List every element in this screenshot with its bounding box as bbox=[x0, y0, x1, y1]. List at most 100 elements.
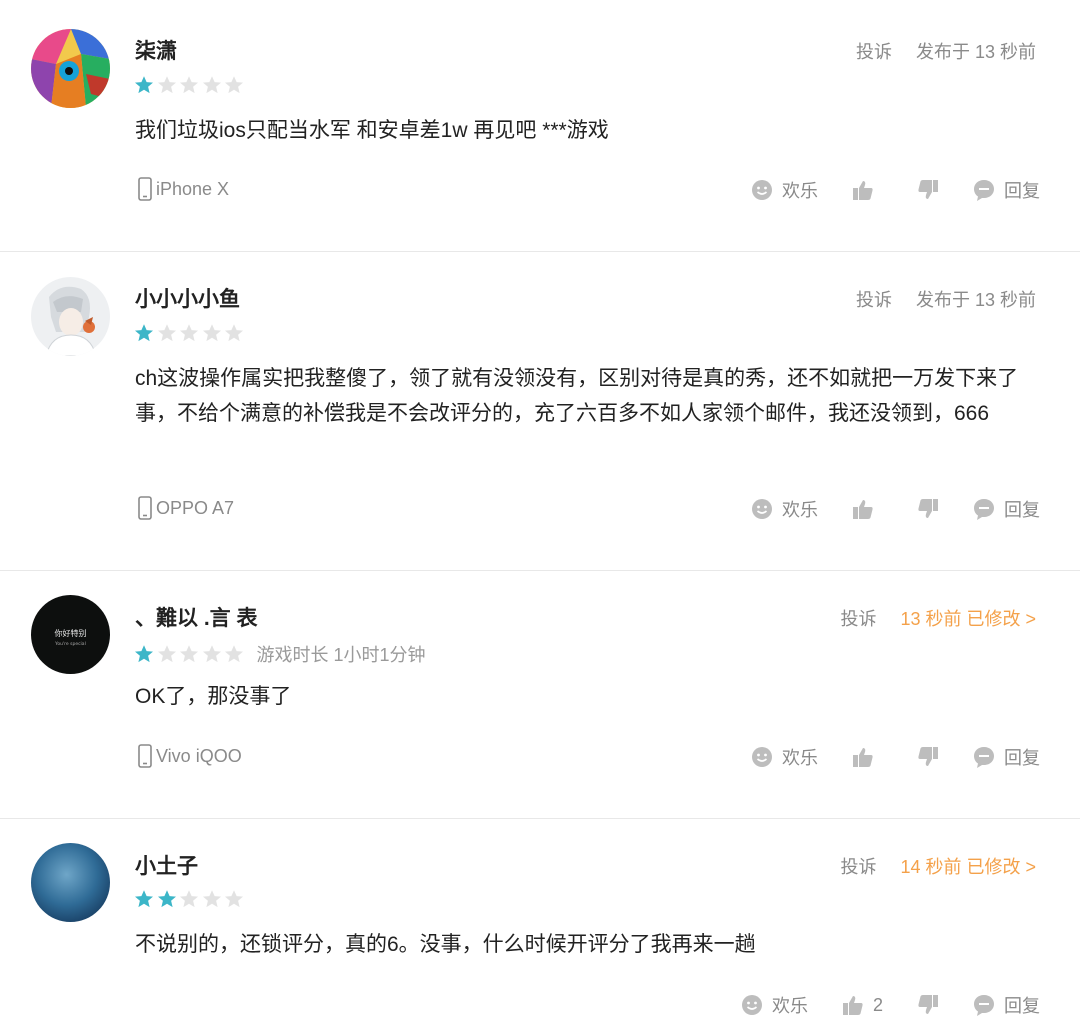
dislike-button[interactable] bbox=[917, 179, 939, 201]
star-empty-icon bbox=[224, 323, 244, 343]
star-empty-icon bbox=[179, 644, 199, 664]
reply-button[interactable]: 回复 bbox=[973, 744, 1040, 770]
phone-icon bbox=[138, 496, 152, 520]
review-actions: 欢乐 回复 bbox=[751, 496, 1040, 522]
star-filled-icon bbox=[134, 75, 154, 95]
avatar[interactable] bbox=[31, 277, 110, 356]
star-empty-icon bbox=[202, 644, 222, 664]
star-empty-icon bbox=[179, 323, 199, 343]
avatar[interactable] bbox=[31, 843, 110, 922]
review-text: ch这波操作属实把我整傻了，领了就有没领没有，区别对待是真的秀，还不如就把一万发… bbox=[135, 367, 1019, 425]
divider bbox=[0, 818, 1080, 819]
device-info: iPhone X bbox=[138, 177, 229, 201]
device-name: Vivo iQOO bbox=[156, 745, 242, 766]
fun-label: 欢乐 bbox=[771, 996, 808, 1016]
like-button[interactable] bbox=[852, 179, 883, 201]
reply-button[interactable]: 回复 bbox=[973, 992, 1040, 1018]
star-empty-icon bbox=[224, 75, 244, 95]
star-filled-icon bbox=[134, 889, 154, 909]
report-link[interactable]: 投诉 bbox=[856, 286, 892, 314]
post-time: 发布于 13 秒前 bbox=[915, 42, 1036, 62]
reviewer-name[interactable]: 小土子 bbox=[135, 853, 198, 881]
review-text: 我们垃圾ios只配当水军 和安卓差1w 再见吧 ***游戏 bbox=[135, 119, 609, 142]
review-actions: 欢乐 2 回复 bbox=[741, 992, 1040, 1018]
thumbs-up-icon bbox=[852, 746, 874, 768]
thumbs-down-icon bbox=[917, 498, 939, 520]
star-empty-icon bbox=[224, 889, 244, 909]
report-link[interactable]: 投诉 bbox=[840, 605, 876, 633]
review-actions: 欢乐 回复 bbox=[751, 744, 1040, 770]
star-empty-icon bbox=[179, 75, 199, 95]
review-header-meta: 投诉 14 秒前 已修改 > bbox=[840, 853, 1036, 881]
star-rating bbox=[134, 75, 247, 95]
reply-label: 回复 bbox=[1004, 500, 1040, 520]
reply-label: 回复 bbox=[1004, 996, 1040, 1016]
svg-text:You're special: You're special bbox=[54, 641, 86, 647]
reviewer-name[interactable]: 柒潇 bbox=[135, 38, 177, 66]
review-actions: 欢乐 回复 bbox=[751, 177, 1040, 203]
like-count: 2 bbox=[872, 994, 883, 1015]
divider bbox=[0, 251, 1080, 252]
star-filled-icon bbox=[157, 889, 177, 909]
reviewer-name[interactable]: 、難以 .言 表 bbox=[135, 605, 258, 633]
divider bbox=[0, 570, 1080, 571]
review-header-meta: 投诉 发布于 13 秒前 bbox=[856, 286, 1036, 314]
device-name: iPhone X bbox=[156, 178, 230, 199]
star-empty-icon bbox=[224, 644, 244, 664]
dislike-button[interactable] bbox=[917, 746, 939, 768]
fun-label: 欢乐 bbox=[782, 500, 818, 520]
smile-icon bbox=[741, 994, 763, 1016]
fun-button[interactable]: 欢乐 bbox=[741, 992, 808, 1018]
phone-icon bbox=[138, 177, 152, 201]
fun-button[interactable]: 欢乐 bbox=[751, 177, 818, 203]
dislike-button[interactable] bbox=[917, 994, 939, 1016]
thumbs-up-icon bbox=[842, 994, 864, 1016]
reviewer-name[interactable]: 小小小小鱼 bbox=[135, 286, 240, 314]
avatar[interactable]: 你好特别 You're special bbox=[31, 595, 110, 674]
phone-icon bbox=[138, 744, 152, 768]
comment-icon bbox=[973, 498, 995, 520]
star-empty-icon bbox=[202, 75, 222, 95]
edited-time-link[interactable]: 14 秒前 已修改 > bbox=[900, 853, 1036, 881]
star-empty-icon bbox=[157, 75, 177, 95]
like-button[interactable] bbox=[852, 498, 883, 520]
avatar[interactable] bbox=[31, 29, 110, 108]
device-name: OPPO A7 bbox=[156, 497, 235, 518]
star-empty-icon bbox=[157, 644, 177, 664]
like-button[interactable] bbox=[852, 746, 883, 768]
like-button[interactable]: 2 bbox=[842, 994, 883, 1016]
comment-icon bbox=[973, 994, 995, 1016]
smile-icon bbox=[751, 498, 773, 520]
thumbs-up-icon bbox=[852, 179, 874, 201]
device-info: OPPO A7 bbox=[138, 496, 234, 520]
fun-button[interactable]: 欢乐 bbox=[751, 744, 818, 770]
star-rating bbox=[134, 889, 247, 909]
thumbs-down-icon bbox=[917, 994, 939, 1016]
post-time: 发布于 13 秒前 bbox=[915, 290, 1036, 310]
dislike-button[interactable] bbox=[917, 498, 939, 520]
review-header-meta: 投诉 13 秒前 已修改 > bbox=[840, 605, 1036, 633]
thumbs-down-icon bbox=[917, 746, 939, 768]
star-rating: 游戏时长 1小时1分钟 bbox=[134, 641, 426, 667]
edited-time-link[interactable]: 13 秒前 已修改 > bbox=[900, 605, 1036, 633]
review-text: OK了，那没事了 bbox=[135, 685, 292, 708]
review-text: 不说别的，还锁评分，真的6。没事，什么时候开评分了我再来一趟 bbox=[135, 933, 756, 956]
comment-icon bbox=[973, 179, 995, 201]
star-filled-icon bbox=[134, 323, 154, 343]
fun-button[interactable]: 欢乐 bbox=[751, 496, 818, 522]
thumbs-up-icon bbox=[852, 498, 874, 520]
playtime-label: 游戏时长 1小时1分钟 bbox=[256, 645, 426, 665]
report-link[interactable]: 投诉 bbox=[856, 38, 892, 66]
svg-text:你好特别: 你好特别 bbox=[55, 628, 87, 638]
fun-label: 欢乐 bbox=[782, 748, 818, 768]
smile-icon bbox=[751, 179, 773, 201]
reply-label: 回复 bbox=[1004, 181, 1040, 201]
star-rating bbox=[134, 323, 247, 343]
review-header-meta: 投诉 发布于 13 秒前 bbox=[856, 38, 1036, 66]
reply-button[interactable]: 回复 bbox=[973, 177, 1040, 203]
comment-icon bbox=[973, 746, 995, 768]
star-empty-icon bbox=[157, 323, 177, 343]
report-link[interactable]: 投诉 bbox=[840, 853, 876, 881]
reply-button[interactable]: 回复 bbox=[973, 496, 1040, 522]
smile-icon bbox=[751, 746, 773, 768]
